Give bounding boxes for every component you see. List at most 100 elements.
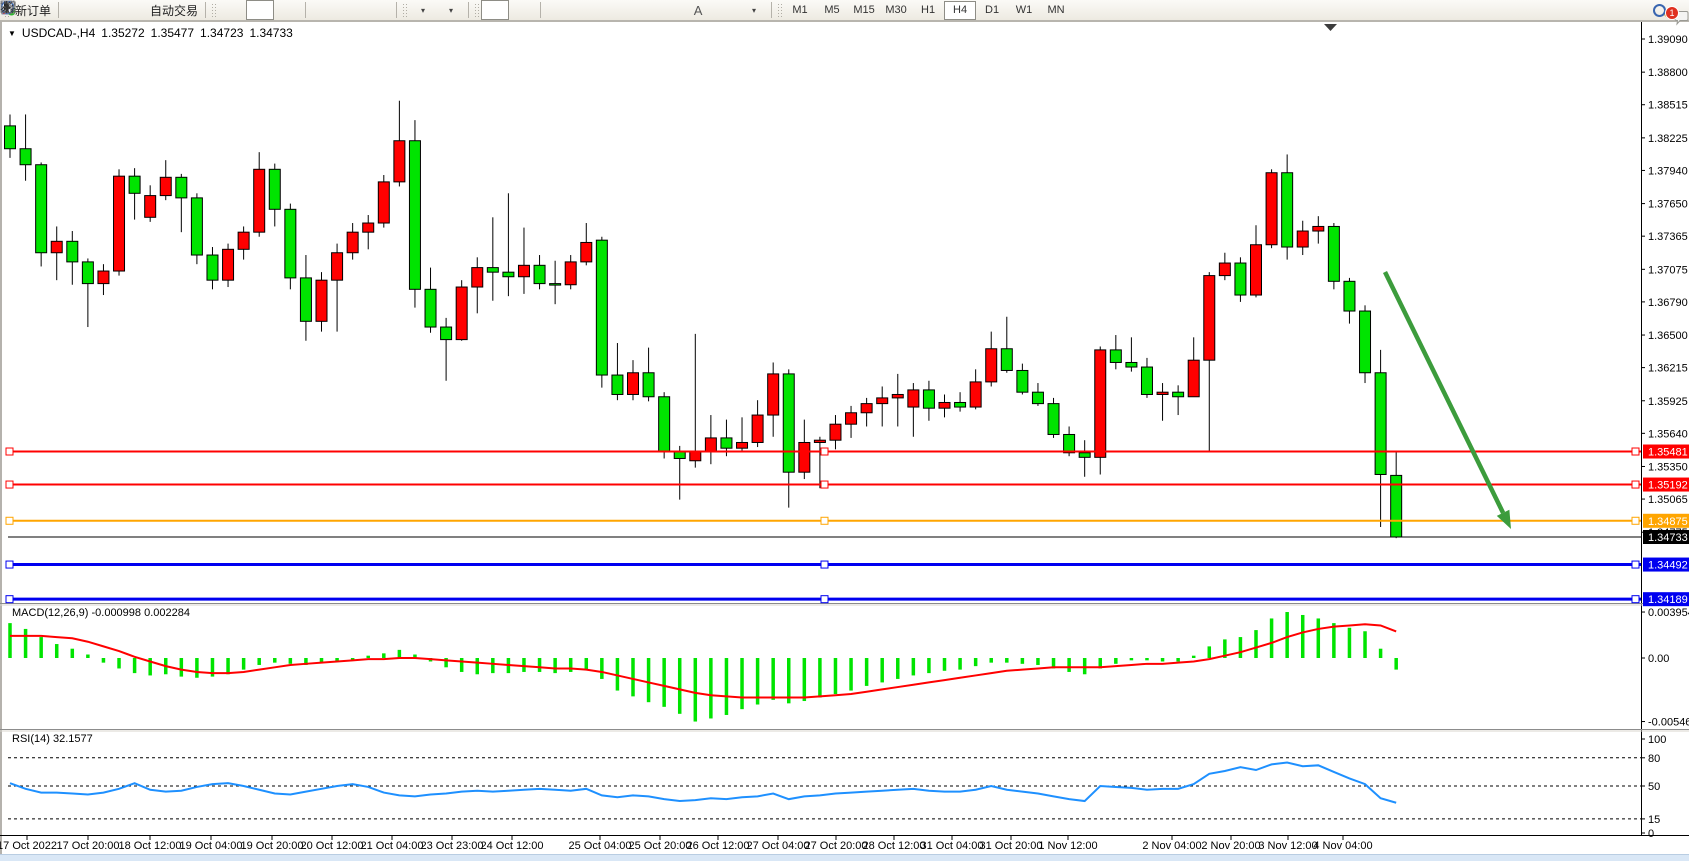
candle[interactable] [1188,337,1199,396]
hline-handle[interactable] [6,596,13,603]
candle[interactable] [285,204,296,290]
candle[interactable] [970,369,981,409]
hline-handle[interactable] [821,481,828,488]
candle[interactable] [269,164,280,227]
hline-handle[interactable] [6,517,13,524]
fibonacci-button[interactable]: F [656,0,684,20]
hline-handle[interactable] [821,561,828,568]
hline-handle[interactable] [821,448,828,455]
candle[interactable] [550,261,561,304]
candle[interactable] [394,101,405,187]
candle[interactable] [36,162,47,266]
trend-arrow-head[interactable] [1497,510,1511,529]
candle[interactable] [705,415,716,464]
candle[interactable] [332,244,343,332]
candle[interactable] [98,264,109,295]
candle[interactable] [986,332,997,387]
candle[interactable] [534,255,545,289]
timeframe-button-D1[interactable]: D1 [976,1,1008,20]
candle[interactable] [1235,257,1246,302]
candle[interactable] [129,168,140,219]
timeframe-button-MN[interactable]: MN [1040,1,1072,20]
candle[interactable] [441,318,452,381]
hline-handle[interactable] [6,561,13,568]
candle[interactable] [612,343,623,400]
candle[interactable] [659,392,670,458]
candle[interactable] [145,185,156,222]
candle[interactable] [861,398,872,427]
zoom-out-button[interactable] [337,0,365,20]
candle[interactable] [1375,350,1386,527]
candle[interactable] [1360,305,1371,383]
autotrade-button[interactable]: 自动交易 [146,0,202,20]
candle[interactable] [565,255,576,289]
candle[interactable] [1001,317,1012,373]
candle[interactable] [690,334,701,468]
hline-handle[interactable] [1632,448,1639,455]
candle[interactable] [923,381,934,421]
candle[interactable] [5,114,16,157]
candle[interactable] [1032,383,1043,406]
vertical-line-button[interactable] [544,0,572,20]
candle[interactable] [363,215,374,249]
candle[interactable] [1173,385,1184,415]
candle[interactable] [846,406,857,438]
new-order-button[interactable]: 新订单 [11,0,55,20]
candle[interactable] [628,360,639,400]
timeframe-button-M15[interactable]: M15 [848,1,880,20]
candle[interactable] [814,437,825,488]
hline-handle[interactable] [821,596,828,603]
candle[interactable] [752,400,763,447]
candle[interactable] [799,420,810,479]
candle[interactable] [20,114,31,180]
candle[interactable] [596,237,607,388]
candle[interactable] [1282,154,1293,259]
text-label-button[interactable]: T [712,0,740,20]
candle[interactable] [1297,221,1308,255]
trend-arrow[interactable] [1385,272,1503,513]
candle[interactable] [1219,253,1230,280]
timeframe-button-M5[interactable]: M5 [816,1,848,20]
zoom-in-button[interactable] [309,0,337,20]
candle[interactable] [67,231,78,285]
candle[interactable] [378,175,389,228]
candle[interactable] [472,257,483,313]
timeframe-button-H1[interactable]: H1 [912,1,944,20]
toolbar-grip[interactable] [402,3,407,17]
candle[interactable] [160,160,171,200]
chart-menu-triangle-icon[interactable]: ▼ [8,29,16,38]
candle[interactable] [674,446,685,500]
candle[interactable] [1391,452,1402,538]
candle[interactable] [1110,335,1121,369]
candle[interactable] [1204,272,1215,450]
bar-chart-button[interactable] [218,0,246,20]
candle[interactable] [1266,169,1277,248]
candle[interactable] [1079,440,1090,477]
tile-windows-button[interactable] [365,0,393,20]
candle[interactable] [892,374,903,427]
candle[interactable] [1251,225,1262,297]
candle[interactable] [955,392,966,411]
candle[interactable] [1017,364,1028,395]
candle[interactable] [82,258,93,327]
candle[interactable] [1344,278,1355,324]
trendline-button[interactable] [600,0,628,20]
timeframe-button-M1[interactable]: M1 [784,1,816,20]
candle[interactable] [768,362,779,436]
horizontal-line-button[interactable] [572,0,600,20]
candle[interactable] [783,369,794,507]
candle[interactable] [456,280,467,341]
candle[interactable] [581,223,592,265]
cursor-button[interactable] [481,0,509,20]
hline-handle[interactable] [1632,596,1639,603]
candle[interactable] [1313,216,1324,243]
timeframe-button-M30[interactable]: M30 [880,1,912,20]
candle[interactable] [223,244,234,287]
hline-handle[interactable] [1632,481,1639,488]
period-clock-button[interactable]: ▾ [437,0,465,20]
candle[interactable] [877,386,888,426]
candle[interactable] [643,348,654,402]
toolbar-grip[interactable] [474,3,479,17]
community-button[interactable] [90,0,118,20]
hline-handle[interactable] [6,481,13,488]
